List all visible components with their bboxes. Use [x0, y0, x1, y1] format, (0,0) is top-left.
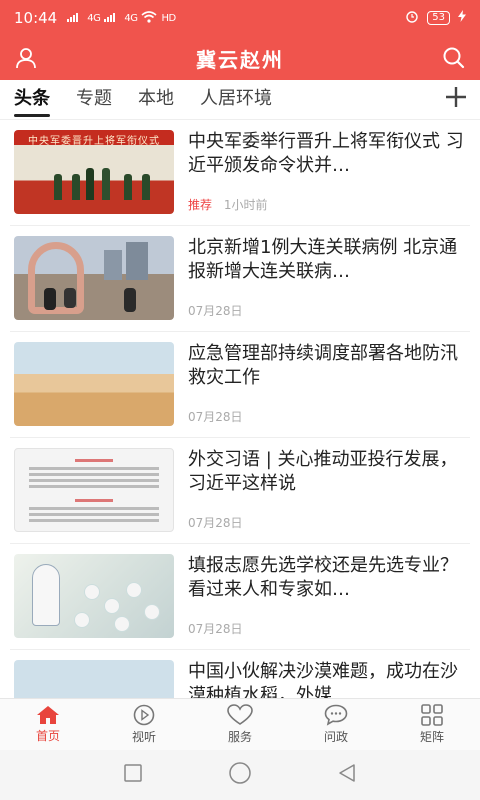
nav-video[interactable]: 视听	[96, 699, 192, 750]
signal-label-2: 4G	[124, 12, 138, 24]
tab-headlines[interactable]: 头条	[14, 80, 50, 120]
news-thumbnail	[14, 342, 174, 426]
news-title: 中国小伙解决沙漠难题，成功在沙漠种植水稻，外媒…	[188, 661, 458, 698]
status-time: 10:44	[14, 9, 58, 27]
news-item[interactable]: 应急管理部持续调度部署各地防汛救灾工作 07月28日	[10, 332, 470, 438]
news-thumbnail	[14, 554, 174, 638]
wifi-label: HD	[161, 12, 176, 24]
user-icon	[16, 48, 36, 69]
charging-icon	[458, 10, 466, 26]
tab-topics[interactable]: 专题	[76, 80, 112, 120]
news-thumbnail	[14, 448, 174, 532]
nav-service[interactable]: 服务	[192, 699, 288, 750]
news-time: 07月28日	[188, 516, 243, 530]
news-title: 应急管理部持续调度部署各地防汛救灾工作	[188, 343, 458, 388]
news-title: 北京新增1例大连关联病例 北京通报新增大连关联病…	[188, 237, 458, 282]
tab-local[interactable]: 本地	[138, 80, 174, 120]
search-button[interactable]	[440, 44, 468, 72]
recommend-badge: 推荐	[188, 198, 213, 212]
home-icon	[37, 706, 59, 724]
news-meta: 07月28日	[188, 408, 243, 425]
square-icon	[123, 764, 142, 782]
nav-label: 问政	[323, 730, 348, 744]
back-button[interactable]	[337, 763, 357, 787]
grid-icon	[421, 704, 443, 726]
recent-apps-button[interactable]	[123, 763, 143, 787]
news-thumbnail: 中央军委晋升上将军衔仪式	[14, 130, 174, 214]
system-nav-bar	[0, 750, 480, 800]
news-meta: 07月28日	[188, 302, 243, 319]
play-icon	[133, 704, 155, 726]
plus-icon	[446, 87, 466, 107]
news-list: 中央军委晋升上将军衔仪式 中央军委举行晋升上将军衔仪式 习近平颁发命令状并… 推…	[0, 120, 480, 698]
news-item[interactable]: 外交习语 | 关心推动亚投行发展，习近平这样说 07月28日	[10, 438, 470, 544]
battery-indicator: 53	[427, 11, 450, 25]
nav-label: 视听	[131, 730, 156, 744]
news-item[interactable]: 中国小伙解决沙漠难题，成功在沙漠种植水稻，外媒…	[10, 650, 470, 698]
thumbnail-banner-text: 中央军委晋升上将军衔仪式	[28, 136, 160, 147]
search-icon	[443, 47, 465, 69]
signal-label-1: 4G	[87, 12, 101, 24]
news-meta: 07月28日	[188, 514, 243, 531]
chat-icon	[324, 704, 348, 726]
heart-icon	[227, 704, 253, 725]
news-meta: 推荐 1小时前	[188, 196, 267, 213]
home-system-button[interactable]	[228, 761, 252, 789]
news-item[interactable]: 填报志愿先选学校还是先选专业？ 看过来人和专家如… 07月28日	[10, 544, 470, 650]
nav-matrix[interactable]: 矩阵	[384, 699, 480, 750]
news-item[interactable]: 中央军委晋升上将军衔仪式 中央军委举行晋升上将军衔仪式 习近平颁发命令状并… 推…	[10, 120, 470, 226]
news-meta: 07月28日	[188, 620, 243, 637]
nav-inquiry[interactable]: 问政	[288, 699, 384, 750]
nav-label: 矩阵	[419, 730, 444, 744]
tab-living-environment[interactable]: 人居环境	[200, 80, 272, 120]
alarm-icon	[405, 9, 419, 27]
news-title: 中央军委举行晋升上将军衔仪式 习近平颁发命令状并…	[188, 131, 464, 176]
nav-label: 首页	[35, 729, 60, 743]
news-title: 外交习语 | 关心推动亚投行发展，习近平这样说	[188, 449, 458, 494]
nav-home[interactable]: 首页	[0, 699, 96, 750]
signal-icon	[67, 11, 83, 25]
news-title: 填报志愿先选学校还是先选专业？ 看过来人和专家如…	[188, 555, 458, 600]
news-time: 07月28日	[188, 622, 243, 636]
circle-icon	[229, 762, 251, 784]
news-thumbnail	[14, 660, 174, 698]
app-title: 冀云赵州	[196, 47, 284, 72]
channel-tabs: 头条 专题 本地 人居环境	[0, 80, 480, 120]
news-time: 07月28日	[188, 304, 243, 318]
wifi-icon	[141, 10, 158, 26]
news-time: 07月28日	[188, 410, 243, 424]
nav-label: 服务	[227, 730, 252, 744]
news-time: 1小时前	[223, 198, 268, 212]
bottom-nav: 首页 视听 服务 问政 矩阵	[0, 698, 480, 750]
app-header: 冀云赵州	[0, 36, 480, 80]
user-button[interactable]	[12, 44, 40, 72]
news-thumbnail	[14, 236, 174, 320]
news-item[interactable]: 北京新增1例大连关联病例 北京通报新增大连关联病… 07月28日	[10, 226, 470, 332]
back-triangle-icon	[339, 764, 356, 782]
signal-icon-2	[104, 11, 120, 25]
add-channel-button[interactable]	[442, 86, 470, 114]
status-bar: 10:44 4G 4G HD 53	[0, 0, 480, 36]
